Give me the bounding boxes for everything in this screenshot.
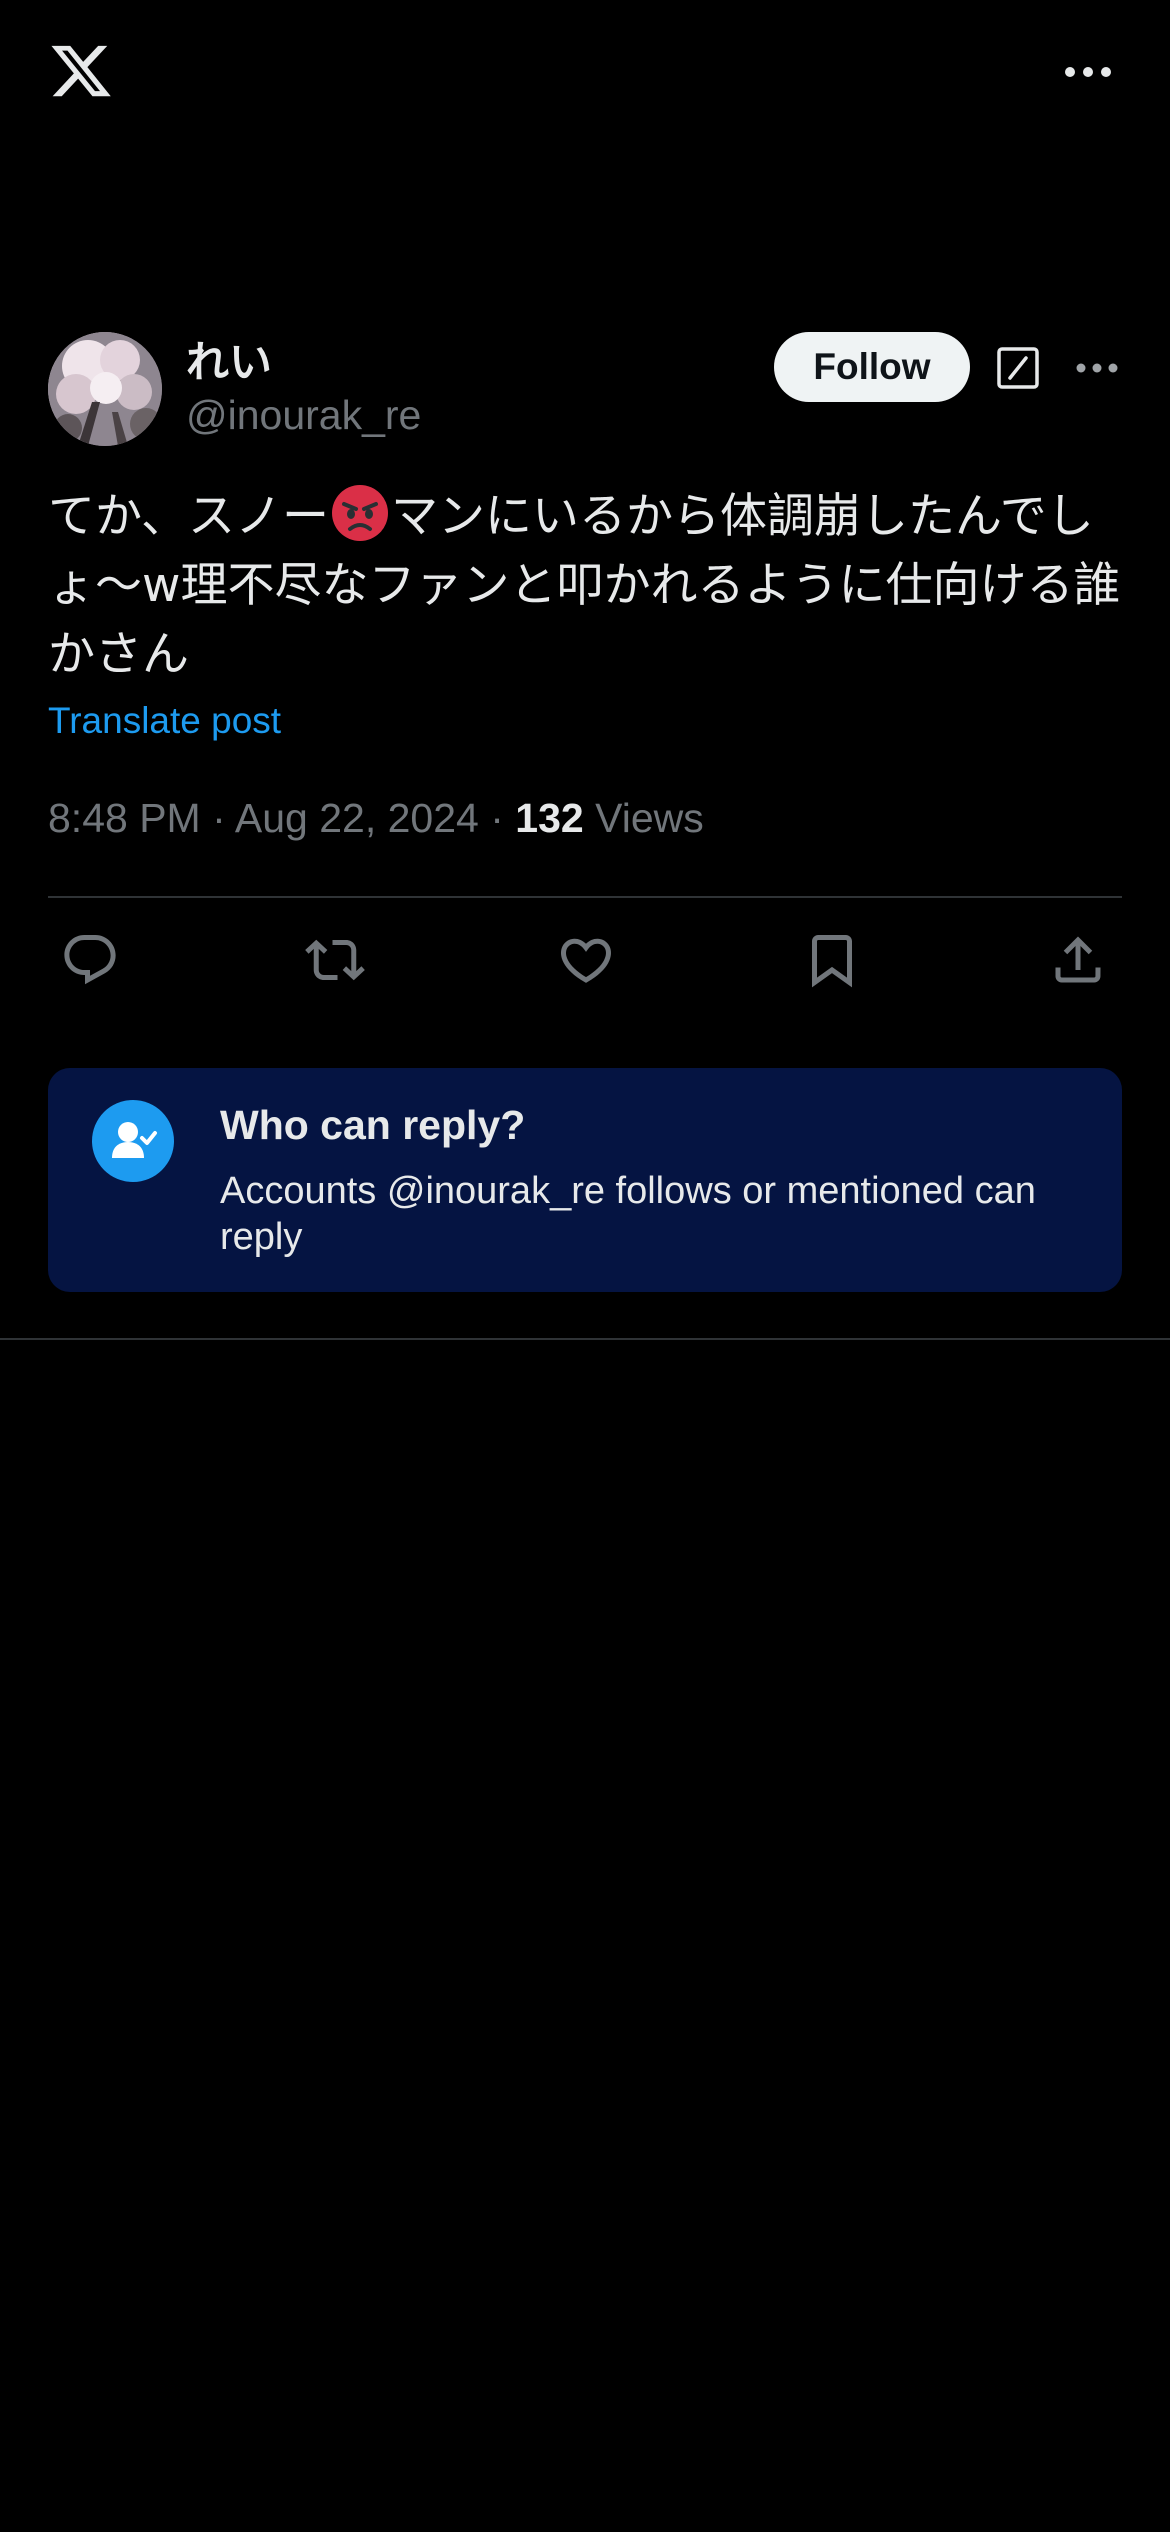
grok-icon[interactable]: [996, 346, 1040, 390]
divider: [0, 1338, 1170, 1340]
share-icon[interactable]: [1048, 930, 1108, 990]
reply-icon[interactable]: [60, 930, 120, 990]
more-horizontal-icon[interactable]: [1064, 60, 1112, 84]
meta-separator: ·: [478, 795, 516, 841]
author-display-name[interactable]: れい: [186, 328, 272, 390]
bookmark-icon[interactable]: [802, 930, 862, 990]
post-text-part-1: てか、スノー: [48, 489, 330, 544]
post-more-icon[interactable]: [1076, 358, 1118, 378]
top-bar: [0, 0, 1170, 150]
divider: [48, 896, 1122, 898]
action-bar: [0, 930, 1170, 1002]
author-handle[interactable]: @inourak_re: [186, 392, 421, 439]
views-count: 132: [515, 795, 584, 841]
post-time[interactable]: 8:48 PM: [48, 795, 201, 841]
translate-post-link[interactable]: Translate post: [48, 700, 281, 742]
reply-restriction-title: Who can reply?: [220, 1102, 526, 1148]
like-icon[interactable]: [556, 930, 616, 990]
views-label: Views: [595, 795, 704, 841]
repost-icon[interactable]: [305, 930, 365, 990]
follow-button[interactable]: Follow: [774, 332, 970, 402]
angry-face-emoji-icon: [331, 484, 389, 542]
avatar[interactable]: [48, 332, 162, 446]
reply-restriction-description: Accounts @inourak_re follows or mentione…: [220, 1170, 1036, 1258]
post-date[interactable]: Aug 22, 2024: [235, 795, 479, 841]
person-check-icon: [92, 1100, 174, 1182]
reply-restriction-card: Who can reply? Accounts @inourak_re foll…: [48, 1068, 1122, 1292]
post-metadata: 8:48 PM · Aug 22, 2024 · 132 Views: [48, 795, 704, 842]
meta-separator: ·: [200, 795, 235, 841]
post-text: てか、スノー マンにいるから体調崩したんでしょ〜w理不尽なファンと叩かれるように…: [48, 482, 1128, 689]
x-logo-icon[interactable]: [48, 40, 114, 102]
